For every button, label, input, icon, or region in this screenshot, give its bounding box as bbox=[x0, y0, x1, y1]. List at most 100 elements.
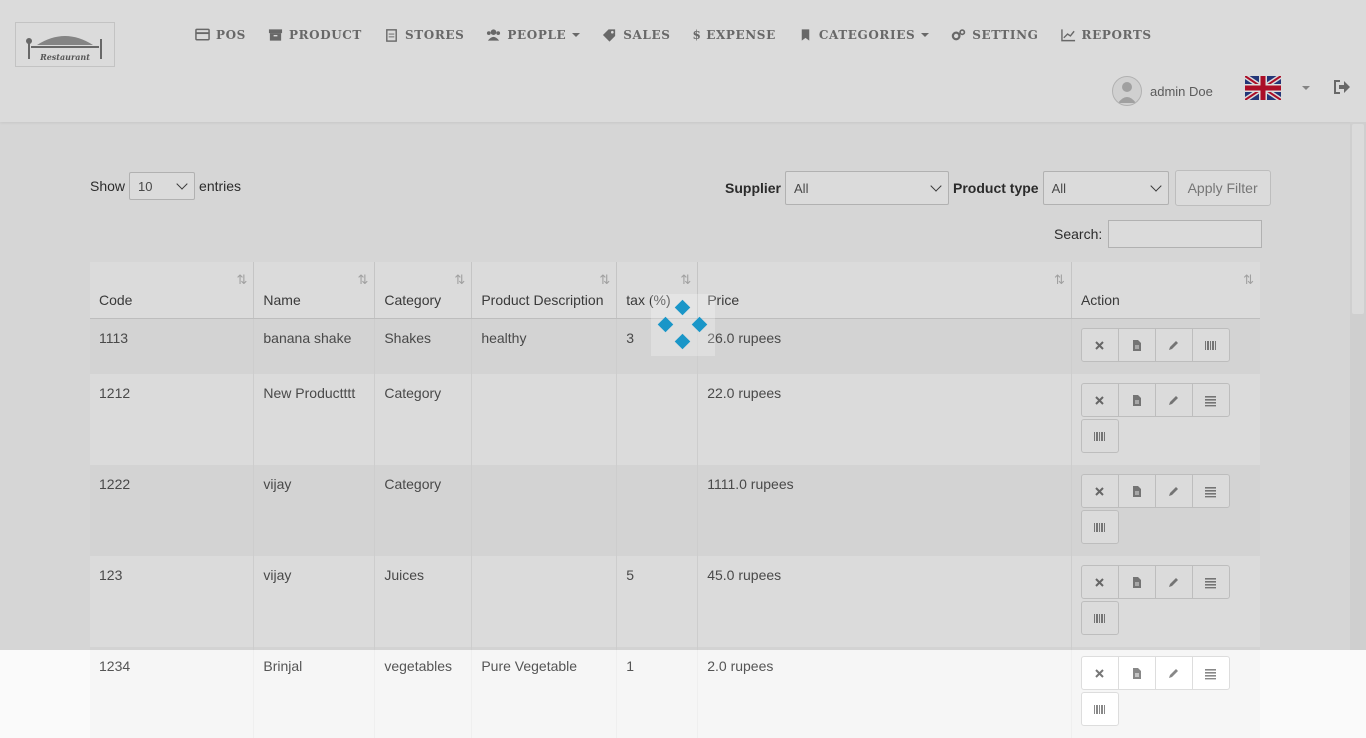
file-button[interactable] bbox=[1117, 656, 1156, 690]
barcode-button[interactable] bbox=[1080, 419, 1119, 453]
file-button[interactable] bbox=[1117, 565, 1156, 599]
edit-button[interactable] bbox=[1154, 565, 1193, 599]
col-header-code[interactable]: Code ⇅ bbox=[90, 262, 255, 319]
list-button[interactable] bbox=[1191, 383, 1230, 417]
barcode-button[interactable] bbox=[1080, 692, 1119, 726]
edit-button[interactable] bbox=[1154, 383, 1193, 417]
col-header-action[interactable]: Action ⇅ bbox=[1071, 262, 1260, 319]
supplier-select[interactable]: All bbox=[785, 171, 950, 205]
nav-sales[interactable]: SALES bbox=[602, 28, 670, 42]
table-row: 1234 Brinjal vegetables Pure Vegetable 1 2.0 … bbox=[90, 647, 1260, 738]
nav-categories-label: CATEGORIES bbox=[818, 28, 916, 42]
barcode-button[interactable] bbox=[1191, 328, 1230, 362]
chevron-down-icon bbox=[176, 178, 188, 190]
cell-action bbox=[1071, 465, 1260, 556]
line-chart-icon bbox=[1060, 29, 1075, 42]
col-header-description[interactable]: Product Description ⇅ bbox=[471, 262, 618, 319]
filter-bar: Supplier All Product type All Apply Filt… bbox=[725, 170, 1271, 206]
entries-value: 10 bbox=[138, 178, 153, 194]
cell-code: 1234 bbox=[90, 647, 255, 738]
nav-product-label: PRODUCT bbox=[288, 28, 362, 42]
product-type-value: All bbox=[1051, 180, 1067, 196]
col-header-category[interactable]: Category ⇅ bbox=[374, 262, 473, 319]
cell-description bbox=[471, 465, 618, 556]
nav-people[interactable]: PEOPLE bbox=[486, 28, 581, 42]
sort-icon: ⇅ bbox=[454, 272, 465, 287]
logout-icon[interactable] bbox=[1333, 79, 1351, 95]
supplier-label: Supplier bbox=[725, 180, 782, 196]
edit-icon bbox=[1167, 576, 1180, 589]
edit-button[interactable] bbox=[1154, 328, 1193, 362]
language-dropdown-icon[interactable] bbox=[1302, 86, 1310, 90]
chevron-down-icon bbox=[921, 33, 930, 37]
nav-expense[interactable]: $ EXPENSE bbox=[692, 28, 775, 42]
user-menu[interactable]: admin Doe bbox=[1112, 76, 1213, 106]
list-button[interactable] bbox=[1191, 565, 1230, 599]
nav-product[interactable]: PRODUCT bbox=[268, 28, 362, 42]
avatar bbox=[1112, 76, 1142, 106]
credit-card-icon bbox=[195, 28, 210, 41]
nav-setting-label: SETTING bbox=[972, 28, 1039, 42]
cell-code: 123 bbox=[90, 556, 255, 647]
file-button[interactable] bbox=[1117, 474, 1156, 508]
uk-flag-icon[interactable] bbox=[1245, 76, 1281, 100]
nav-pos[interactable]: POS bbox=[195, 28, 246, 42]
user-name: admin Doe bbox=[1150, 83, 1213, 99]
nav-reports[interactable]: REPORTS bbox=[1060, 28, 1152, 42]
barcode-button[interactable] bbox=[1080, 601, 1119, 635]
list-button[interactable] bbox=[1191, 474, 1230, 508]
product-type-label: Product type bbox=[953, 180, 1039, 196]
file-button[interactable] bbox=[1117, 383, 1156, 417]
col-header-label: Code bbox=[99, 292, 133, 308]
cell-action bbox=[1071, 556, 1260, 647]
edit-button[interactable] bbox=[1154, 656, 1193, 690]
main-nav: POS PRODUCT STORES PEOPLE SALES $ EXPENS… bbox=[195, 28, 1174, 42]
delete-button[interactable] bbox=[1080, 565, 1119, 599]
nav-expense-label: $ EXPENSE bbox=[692, 28, 776, 42]
cell-code: 1212 bbox=[90, 374, 255, 465]
product-type-select[interactable]: All bbox=[1042, 171, 1169, 205]
list-icon bbox=[1204, 485, 1217, 498]
apply-filter-button[interactable]: Apply Filter bbox=[1174, 170, 1271, 206]
nav-categories[interactable]: CATEGORIES bbox=[798, 28, 930, 42]
svg-text:Restaurant: Restaurant bbox=[39, 52, 90, 62]
col-header-label: Category bbox=[384, 292, 442, 308]
delete-icon bbox=[1093, 485, 1106, 498]
barcode-button[interactable] bbox=[1080, 510, 1119, 544]
delete-button[interactable] bbox=[1080, 328, 1119, 362]
show-label: Show bbox=[90, 178, 126, 194]
cell-description: healthy bbox=[471, 318, 618, 374]
col-header-name[interactable]: Name ⇅ bbox=[253, 262, 376, 319]
cell-category: vegetables bbox=[374, 647, 473, 738]
col-header-price[interactable]: Price ⇅ bbox=[697, 262, 1072, 319]
cell-tax: 5 bbox=[616, 556, 699, 647]
cell-name: Brinjal bbox=[253, 647, 376, 738]
nav-setting[interactable]: SETTING bbox=[951, 28, 1038, 42]
col-header-label: Product Description bbox=[481, 292, 604, 308]
list-button[interactable] bbox=[1191, 656, 1230, 690]
barcode-icon bbox=[1093, 612, 1106, 625]
sort-icon: ⇅ bbox=[1243, 272, 1254, 287]
file-button[interactable] bbox=[1117, 328, 1156, 362]
entries-label: entries bbox=[199, 178, 242, 194]
table-row: 123 vijay Juices 5 45.0 rupees bbox=[90, 556, 1260, 647]
edit-button[interactable] bbox=[1154, 474, 1193, 508]
cell-code: 1113 bbox=[90, 318, 255, 374]
delete-button[interactable] bbox=[1080, 474, 1119, 508]
cell-description bbox=[471, 556, 618, 647]
delete-icon bbox=[1093, 576, 1106, 589]
cell-description bbox=[471, 374, 618, 465]
nav-stores[interactable]: STORES bbox=[384, 28, 464, 42]
delete-button[interactable] bbox=[1080, 383, 1119, 417]
delete-button[interactable] bbox=[1080, 656, 1119, 690]
chevron-down-icon bbox=[930, 180, 942, 192]
search-input[interactable] bbox=[1108, 220, 1263, 248]
cell-price: 26.0 rupees bbox=[697, 318, 1072, 374]
archive-icon bbox=[268, 29, 283, 41]
cell-code: 1222 bbox=[90, 465, 255, 556]
scrollbar-thumb[interactable] bbox=[1352, 124, 1364, 314]
entries-select[interactable]: 10 bbox=[129, 172, 196, 200]
bookmark-icon bbox=[801, 29, 810, 41]
restaurant-logo[interactable]: Restaurant bbox=[15, 22, 115, 67]
cell-name: New Productttt bbox=[253, 374, 376, 465]
